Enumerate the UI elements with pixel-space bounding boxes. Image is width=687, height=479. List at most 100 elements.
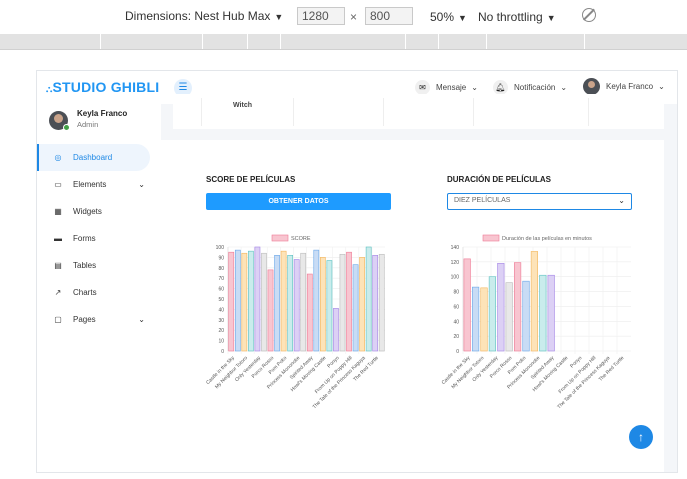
sidebar-item-label: Forms xyxy=(73,234,96,243)
y-tick-label: 0 xyxy=(456,349,459,355)
legend-label: Duración de las películas en minutos xyxy=(502,236,592,242)
width-input[interactable] xyxy=(297,7,345,25)
zoom-dropdown[interactable]: 50% ▼ xyxy=(430,10,467,24)
zoom-label: 50% xyxy=(430,10,455,24)
sidebar-item-elements[interactable]: ▭ Elements ⌄ xyxy=(37,171,161,198)
y-tick-label: 100 xyxy=(216,245,225,251)
sidebar-item-charts[interactable]: ↗ Charts xyxy=(37,279,161,306)
bar xyxy=(505,282,513,352)
mensaje-dropdown[interactable]: ✉ Mensaje ⌄ xyxy=(415,80,478,95)
y-tick-label: 140 xyxy=(451,245,460,251)
score-chart-title: SCORE DE PELÍCULAS xyxy=(206,175,296,184)
chevron-down-icon: ⌄ xyxy=(658,82,665,91)
chevron-down-icon: ⌄ xyxy=(471,83,478,92)
select-value: DIEZ PELÍCULAS xyxy=(454,197,511,204)
sidebar-user-name: Keyla Franco xyxy=(77,109,128,118)
y-tick-label: 40 xyxy=(453,319,459,325)
caret-down-icon: ▼ xyxy=(274,12,284,22)
dashboard-icon: ◎ xyxy=(54,153,62,162)
user-name: Keyla Franco xyxy=(606,82,654,91)
devtools-toolbar: Dimensions: Nest Hub Max▼ × 50%▼ No thro… xyxy=(0,0,687,34)
bar xyxy=(293,259,300,352)
chevron-down-icon: ⌄ xyxy=(138,180,145,189)
score-chart: 0102030405060708090100Castle in the SkyM… xyxy=(205,234,385,410)
sidebar-item-tables[interactable]: ▤ Tables xyxy=(37,252,161,279)
sidebar-item-dashboard[interactable]: ◎ Dashboard xyxy=(37,144,150,171)
page-icon: ▢ xyxy=(54,315,62,324)
legend-swatch xyxy=(271,234,289,242)
caret-down-icon: ▼ xyxy=(458,13,467,23)
avatar xyxy=(583,78,600,95)
bar xyxy=(372,255,379,352)
obtener-datos-button[interactable]: OBTENER DATOS xyxy=(206,193,391,210)
sidebar-item-label: Dashboard xyxy=(73,153,113,162)
bar xyxy=(261,252,267,352)
bar xyxy=(346,251,352,352)
bar xyxy=(522,280,530,352)
y-tick-label: 60 xyxy=(453,304,459,310)
device-dropdown[interactable]: Dimensions: Nest Hub Max ▼ xyxy=(125,9,283,23)
y-tick-label: 0 xyxy=(221,349,224,355)
bar xyxy=(480,287,488,352)
legend-label: SCORE xyxy=(291,236,311,242)
y-tick-label: 50 xyxy=(218,297,224,303)
card-icon: ▬ xyxy=(54,234,62,243)
bar xyxy=(274,255,280,352)
bar xyxy=(320,257,326,352)
bar xyxy=(326,260,333,352)
bar xyxy=(365,246,372,352)
table-icon: ▤ xyxy=(54,261,62,270)
brand-text: STUDIO GHIBLI xyxy=(52,79,160,95)
bar xyxy=(234,249,241,352)
times-sign: × xyxy=(350,10,358,24)
bar xyxy=(333,308,339,352)
chevron-down-icon: ⌄ xyxy=(560,83,568,92)
sidebar-item-pages[interactable]: ▢ Pages ⌄ xyxy=(37,306,161,333)
bar xyxy=(472,286,480,352)
grid-icon: ▦ xyxy=(54,207,62,216)
user-dropdown[interactable]: Keyla Franco ⌄ xyxy=(583,78,665,95)
bar xyxy=(359,257,365,352)
y-tick-label: 20 xyxy=(218,328,224,334)
caret-down-icon: ▼ xyxy=(546,13,556,23)
y-tick-label: 40 xyxy=(218,307,224,313)
arrow-up-icon: ↑ xyxy=(638,430,644,444)
bar xyxy=(241,252,248,352)
peliculas-select[interactable]: DIEZ PELÍCULAS ⌄ xyxy=(447,193,632,210)
throttle-dropdown[interactable]: No throttling ▼ xyxy=(478,10,556,24)
block-icon[interactable] xyxy=(582,8,596,22)
sidebar-item-label: Tables xyxy=(73,261,97,270)
throttle-label: No throttling xyxy=(478,10,543,24)
sidebar-item-label: Charts xyxy=(73,288,97,297)
table-card: Witch xyxy=(173,94,664,129)
online-status-dot xyxy=(63,124,70,131)
bell-icon: 🔔︎ xyxy=(493,80,508,95)
chart-icon: ↗ xyxy=(54,288,62,297)
y-tick-label: 30 xyxy=(218,318,224,324)
scroll-top-button[interactable]: ↑ xyxy=(629,425,653,449)
bar xyxy=(339,253,346,352)
bar xyxy=(300,252,307,352)
media-query-ruler xyxy=(0,34,687,50)
app-frame: ⛬STUDIO GHIBLI ☰ ✉ Mensaje ⌄ 🔔︎ Notificació… xyxy=(36,70,678,473)
sidebar-item-label: Widgets xyxy=(73,207,102,216)
sidebar-item-label: Pages xyxy=(73,315,96,324)
table-cell: Witch xyxy=(233,102,252,109)
y-tick-label: 100 xyxy=(451,275,460,281)
sidebar-menu: ◎ Dashboard ▭ Elements ⌄ ▦ Widgets ▬ Forms ▤ T… xyxy=(37,144,161,333)
notificacion-dropdown[interactable]: 🔔︎ Notificación ⌄ xyxy=(493,80,567,95)
bar xyxy=(488,276,496,352)
height-input[interactable] xyxy=(365,7,413,25)
legend-swatch xyxy=(482,234,500,242)
sidebar-item-widgets[interactable]: ▦ Widgets xyxy=(37,198,161,225)
bar xyxy=(352,264,359,352)
y-tick-label: 80 xyxy=(453,290,459,296)
y-tick-label: 120 xyxy=(451,260,460,266)
bar xyxy=(287,255,293,352)
sidebar: Keyla Franco Admin ◎ Dashboard ▭ Elements ⌄… xyxy=(37,104,161,472)
notificacion-label: Notificación xyxy=(514,83,556,92)
sidebar-item-forms[interactable]: ▬ Forms xyxy=(37,225,161,252)
brand-logo[interactable]: ⛬STUDIO GHIBLI xyxy=(46,79,159,95)
y-tick-label: 60 xyxy=(218,287,224,293)
duration-chart: 020406080100120140Castle in the SkyMy Ne… xyxy=(441,234,631,410)
